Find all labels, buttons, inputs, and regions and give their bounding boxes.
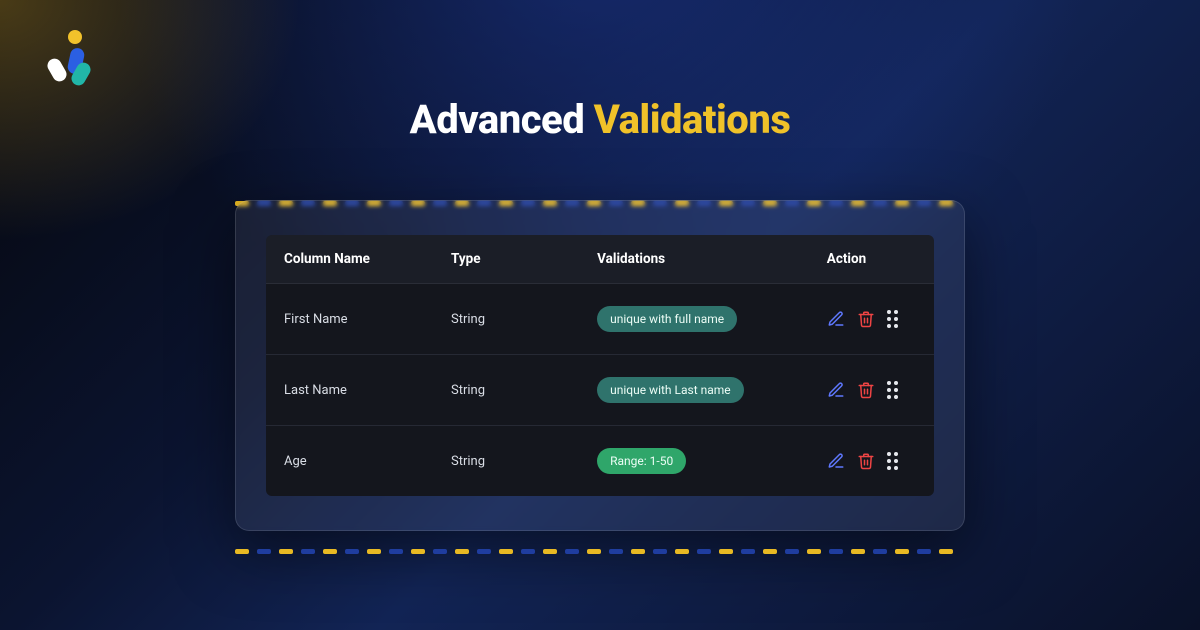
delete-button[interactable] xyxy=(857,310,875,328)
header-type: Type xyxy=(433,235,579,284)
decorative-dashes-top xyxy=(235,193,965,199)
edit-button[interactable] xyxy=(827,452,845,470)
validations-card: Column Name Type Validations Action Firs… xyxy=(235,200,965,531)
validation-pill: unique with full name xyxy=(597,306,737,332)
cell-column-name: Age xyxy=(266,426,433,497)
row-actions xyxy=(827,310,916,328)
drag-handle[interactable] xyxy=(887,310,898,328)
decorative-dashes-bottom xyxy=(235,541,965,547)
edit-button[interactable] xyxy=(827,310,845,328)
edit-icon xyxy=(827,310,845,328)
cell-action xyxy=(809,426,934,497)
delete-button[interactable] xyxy=(857,452,875,470)
delete-icon xyxy=(857,310,875,328)
cell-column-name: First Name xyxy=(266,284,433,355)
drag-handle[interactable] xyxy=(887,381,898,399)
cell-column-name: Last Name xyxy=(266,355,433,426)
delete-icon xyxy=(857,381,875,399)
table-row: Last NameString unique with Last name xyxy=(266,355,934,426)
edit-icon xyxy=(827,381,845,399)
header-action: Action xyxy=(809,235,934,284)
header-column-name: Column Name xyxy=(266,235,433,284)
validation-pill: Range: 1-50 xyxy=(597,448,686,474)
cell-validations: Range: 1-50 xyxy=(579,426,809,497)
delete-icon xyxy=(857,452,875,470)
validation-pill: unique with Last name xyxy=(597,377,744,403)
edit-button[interactable] xyxy=(827,381,845,399)
table-body: First NameString unique with full name Las… xyxy=(266,284,934,497)
cell-action xyxy=(809,284,934,355)
table-row: First NameString unique with full name xyxy=(266,284,934,355)
table-header-row: Column Name Type Validations Action xyxy=(266,235,934,284)
title-part-1: Advanced xyxy=(410,96,594,143)
cell-validations: unique with full name xyxy=(579,284,809,355)
header-validations: Validations xyxy=(579,235,809,284)
cell-action xyxy=(809,355,934,426)
app-logo xyxy=(44,28,96,88)
cell-type: String xyxy=(433,355,579,426)
row-actions xyxy=(827,452,916,470)
drag-handle[interactable] xyxy=(887,452,898,470)
cell-type: String xyxy=(433,426,579,497)
validations-table: Column Name Type Validations Action Firs… xyxy=(266,235,934,496)
edit-icon xyxy=(827,452,845,470)
title-part-2: Validations xyxy=(594,96,791,143)
delete-button[interactable] xyxy=(857,381,875,399)
cell-validations: unique with Last name xyxy=(579,355,809,426)
table-row: AgeString Range: 1-50 xyxy=(266,426,934,497)
page-title: Advanced Validations xyxy=(0,96,1200,143)
cell-type: String xyxy=(433,284,579,355)
row-actions xyxy=(827,381,916,399)
